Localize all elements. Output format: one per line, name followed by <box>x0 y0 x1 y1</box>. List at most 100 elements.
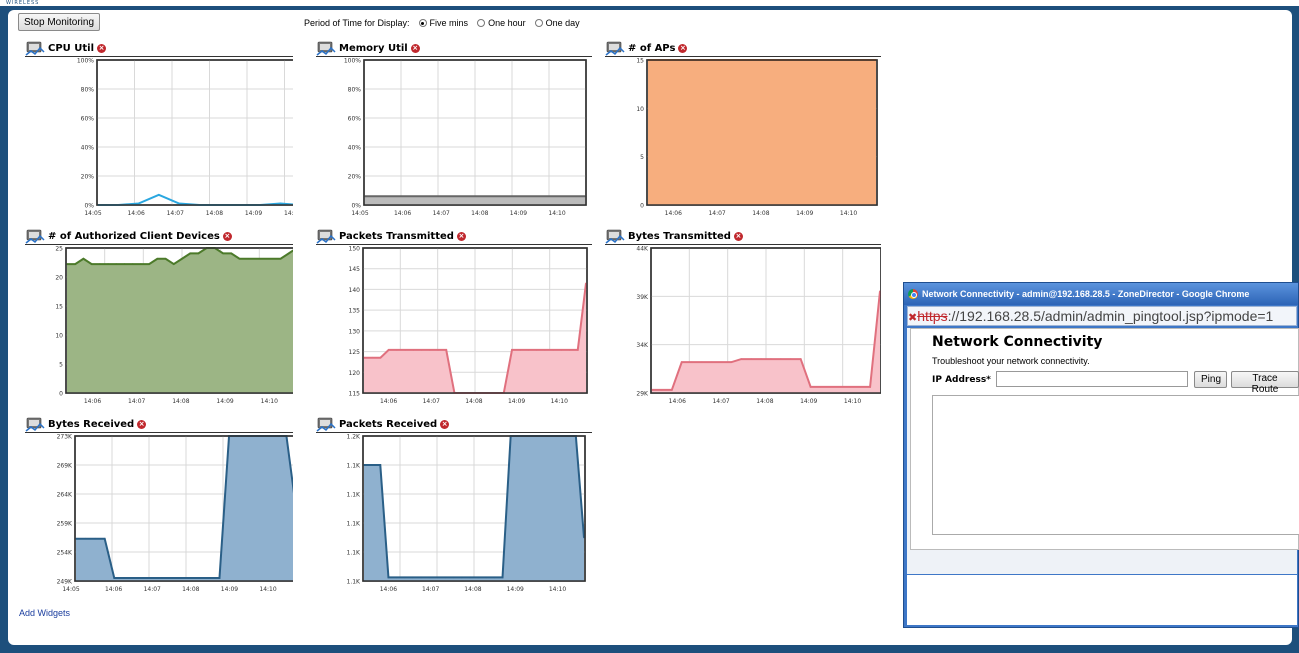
data-point <box>552 349 554 351</box>
data-point <box>680 361 683 363</box>
ping-button[interactable]: Ping <box>1194 371 1227 388</box>
x-tick-label: 14:08 <box>465 398 482 405</box>
y-tick-label: 140 <box>349 287 361 294</box>
data-point <box>379 464 382 466</box>
y-tick-label: 39K <box>636 294 649 301</box>
y-tick-label: 1.1K <box>347 550 362 557</box>
series-area <box>648 60 876 205</box>
widget-6: Bytes Received × 273K 269K 264K 259K 254K 249K 1… <box>25 416 293 594</box>
data-point <box>103 537 106 540</box>
x-tick-label: 14:06 <box>84 398 101 405</box>
data-point <box>99 263 101 265</box>
data-point <box>770 358 772 360</box>
x-tick-label: 14:10 <box>551 398 568 405</box>
data-point <box>469 576 471 579</box>
data-point <box>501 576 504 579</box>
widget-7: Packets Received × 1.2K 1.1K 1.1K 1.1K 1.1K 1.1… <box>316 416 592 594</box>
series-area <box>365 196 585 205</box>
data-point <box>428 576 430 579</box>
data-point <box>576 349 579 351</box>
ip-address-label: IP Address* <box>932 375 991 385</box>
data-point <box>420 349 423 351</box>
data-point <box>180 577 183 579</box>
widget-4: Packets Transmitted × 150 145 140 135 130 125 12… <box>316 228 592 406</box>
data-point <box>395 576 398 579</box>
x-tick-label: 14:06 <box>380 586 397 593</box>
x-tick-label: 14:07 <box>433 210 450 217</box>
data-point <box>412 349 415 351</box>
url-rest: ://192.168.28.5/admin/admin_pingtool.jsp… <box>947 308 1274 324</box>
widget-chart: 150 145 140 135 130 125 120 115 14:06 14:07 14:08 1… <box>316 228 592 406</box>
y-tick-label: 10 <box>636 106 644 113</box>
x-tick-label: 14:09 <box>796 210 813 217</box>
data-point <box>661 389 663 391</box>
ip-address-input[interactable] <box>996 371 1188 387</box>
period-label: Period of Time for Display: <box>304 18 410 28</box>
y-tick-label: 25 <box>55 246 63 253</box>
x-tick-label: 14:05 <box>62 586 79 593</box>
data-point <box>412 576 414 579</box>
x-tick-label: 14:10 <box>549 586 566 593</box>
y-tick-label: 40% <box>81 145 95 152</box>
popup-url-bar[interactable]: ✖https://192.168.28.5/admin/admin_pingto… <box>907 306 1297 326</box>
data-point <box>164 257 167 260</box>
y-tick-label: 1.1K <box>347 521 362 528</box>
y-tick-label: 264K <box>57 492 73 499</box>
y-tick-label: 29K <box>636 391 649 398</box>
x-tick-label: 14:10 <box>284 210 293 217</box>
tool-panel: Network Connectivity Troubleshoot your n… <box>910 328 1299 550</box>
x-tick-label: 14:06 <box>394 210 411 217</box>
data-point <box>710 361 713 363</box>
chart-svg: 100% 80% 60% 40% 20% 0%14:05 14:06 14:07 14:08 14… <box>77 58 293 217</box>
data-point <box>671 389 673 391</box>
widget-1: Memory Util × 100% 80% 60% 40% 20% 0% 14:05 14:06… <box>316 40 592 218</box>
x-tick-label: 14:08 <box>752 210 769 217</box>
popup-body: Network Connectivity Troubleshoot your n… <box>907 328 1299 574</box>
y-tick-label: 0 <box>59 391 63 398</box>
radio-one-hour[interactable] <box>477 19 486 27</box>
y-tick-label: 40% <box>348 145 362 152</box>
data-point <box>197 252 200 255</box>
widget-chart: 25 20 15 10 5 0 14:06 14:07 14:08 14:09 14:10 <box>25 228 293 406</box>
y-tick-label: 1.1K <box>347 579 362 586</box>
stop-monitoring-button[interactable]: Stop Monitoring <box>18 13 100 31</box>
x-tick-label: 14:06 <box>105 586 122 593</box>
data-point <box>560 349 563 351</box>
data-point <box>511 349 513 351</box>
data-point <box>444 576 447 579</box>
y-tick-label: 273K <box>57 434 73 441</box>
add-widgets-link[interactable]: Add Widgets <box>19 608 70 618</box>
x-tick-label: 14:08 <box>471 210 488 217</box>
y-tick-label: 150 <box>349 246 361 253</box>
data-point <box>527 349 530 351</box>
y-tick-label: 1.1K <box>347 463 362 470</box>
x-tick-label: 14:08 <box>182 586 199 593</box>
x-tick-label: 14:09 <box>800 398 817 405</box>
popup-titlebar[interactable]: Network Connectivity - admin@192.168.28.… <box>904 283 1298 305</box>
widget-chart: 100% 80% 60% 40% 20% 0% 14:05 14:06 14:07 14:08 14… <box>25 40 293 218</box>
y-tick-label: 1.2K <box>347 434 362 441</box>
data-point <box>255 257 257 260</box>
results-area[interactable] <box>932 395 1299 535</box>
y-tick-label: 44K <box>636 246 649 253</box>
data-point <box>750 358 752 360</box>
trace-route-button[interactable]: Trace Route <box>1231 371 1299 395</box>
data-point <box>371 356 374 359</box>
x-tick-label: 14:10 <box>261 398 278 405</box>
y-tick-label: 5 <box>640 154 644 161</box>
data-point <box>436 576 439 579</box>
widget-chart: 1.2K 1.1K 1.1K 1.1K 1.1K 1.1K 14:06 14:07 14:08 1… <box>316 416 592 594</box>
data-point <box>148 263 150 265</box>
x-tick-label: 14:08 <box>206 210 223 217</box>
radio-five-mins[interactable] <box>418 19 427 27</box>
radio-one-day[interactable] <box>534 19 543 27</box>
chrome-icon <box>908 289 918 299</box>
widget-chart: 273K 269K 264K 259K 254K 249K 14:05 14:06 14:07 1… <box>25 416 293 594</box>
y-tick-label: 259K <box>57 521 73 528</box>
chart-svg: 44K 39K 34K 29K 14:06 14:07 14:08 14:09 14:10 <box>636 246 881 405</box>
y-tick-label: 0 <box>640 203 644 210</box>
y-tick-label: 20% <box>348 174 362 181</box>
data-point <box>113 577 116 579</box>
y-tick-label: 80% <box>81 87 95 94</box>
data-point <box>780 358 782 360</box>
